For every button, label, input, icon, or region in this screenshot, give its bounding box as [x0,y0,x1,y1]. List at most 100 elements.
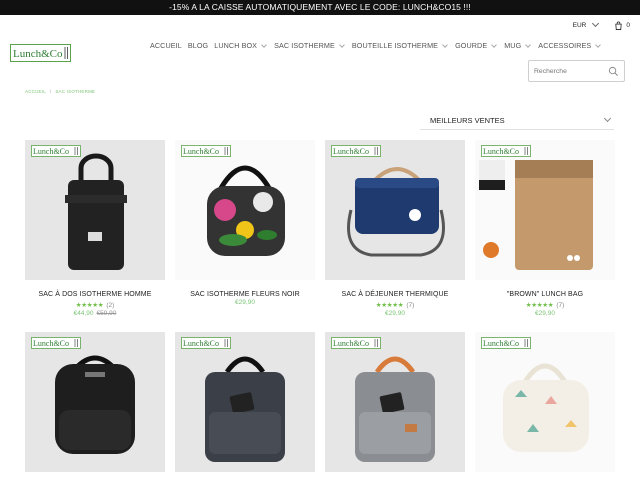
svg-text:Lunch&Co: Lunch&Co [483,147,519,156]
price-current: €29,90 [535,310,555,317]
breadcrumb-home[interactable]: ACCUEIL [25,89,46,94]
review-count: (7) [556,302,565,309]
product-card[interactable]: Lunch&Co [175,332,315,472]
nav-item-sac-isotherme[interactable]: SAC ISOTHERME [274,41,346,50]
brand-badge: Lunch&Co [181,337,231,349]
product-card[interactable]: Lunch&Co "BROWN" LUNCH BAG ★★★★★ (7) €29,90 [475,140,615,317]
nav-item-label: LUNCH BOX [214,41,258,50]
nav-item-gourde[interactable]: GOURDE [455,41,498,50]
logo[interactable]: Lunch&Co [10,44,71,62]
price-old: €59,90 [96,310,117,317]
product-image[interactable]: Lunch&Co [475,332,615,472]
brand-badge: Lunch&Co [331,337,381,349]
product-image[interactable]: Lunch&Co [325,332,465,472]
product-photo [347,167,445,257]
product-photo [503,363,589,452]
currency-selector[interactable]: EUR [572,19,600,29]
breadcrumb-current: SAC ISOTHERME [55,89,96,94]
brand-badge: Lunch&Co [331,145,381,157]
nav-item-label: ACCUEIL [150,41,182,50]
search-field[interactable]: Recherche [528,60,625,82]
rating: ★★★★★ (7) [475,301,615,309]
currency-label: EUR [572,21,587,29]
chevron-down-icon [595,41,602,48]
star-rating-icon: ★★★★★ [75,302,104,309]
star-rating-icon: ★★★★★ [375,302,404,309]
svg-text:Lunch&Co: Lunch&Co [333,147,369,156]
product-photo [65,153,127,270]
svg-text:Lunch&Co: Lunch&Co [13,48,63,60]
bag-icon [615,21,623,30]
product-photo [205,356,285,462]
cart-button[interactable]: 0 [614,21,630,30]
brand-badge: Lunch&Co [481,337,531,349]
product-image[interactable]: Lunch&Co [325,140,465,280]
cart-count: 0 [626,21,630,29]
product-image[interactable]: Lunch&Co [25,140,165,280]
product-name[interactable]: SAC ISOTHERME FLEURS NOIR [175,291,315,298]
product-price: €29,90 [325,310,465,317]
product-card[interactable]: Lunch&Co SAC À DÉJEUNER THERMIQUE ★★★★★ (7… [325,140,465,317]
svg-text:Lunch&Co: Lunch&Co [33,147,69,156]
product-image[interactable]: Lunch&Co [25,332,165,472]
main-nav: ACCUEIL BLOG LUNCH BOX SAC ISOTHERME BOUTEIL… [150,41,608,50]
nav-item-bouteille-isotherme[interactable]: BOUTEILLE ISOTHERME [352,41,449,50]
svg-text:Lunch&Co: Lunch&Co [33,339,69,348]
product-photo [355,356,435,462]
rating: ★★★★★ (7) [325,301,465,309]
svg-text:Lunch&Co: Lunch&Co [183,339,219,348]
nav-item-label: BOUTEILLE ISOTHERME [351,41,439,50]
nav-item-label: GOURDE [455,41,488,50]
product-card[interactable]: Lunch&Co [325,332,465,472]
product-image[interactable]: Lunch&Co [175,140,315,280]
review-count: (7) [406,302,415,309]
nav-item-blog[interactable]: BLOG [188,41,208,50]
utility-bar: EUR 0 [573,19,630,31]
nav-item-mug[interactable]: MUG [504,41,532,50]
product-name[interactable]: "BROWN" LUNCH BAG [475,291,615,298]
price-current: €44,90 [73,310,94,317]
star-rating-icon: ★★★★★ [525,302,554,309]
chevron-down-icon [603,114,612,123]
price-current: €29,90 [385,310,405,317]
product-name[interactable]: SAC À DÉJEUNER THERMIQUE [325,291,465,298]
rating: ★★★★★ (2) [25,301,165,309]
product-card[interactable]: Lunch&Co [475,332,615,472]
chevron-down-icon [339,41,345,48]
sort-select[interactable]: MEILLEURS VENTES [420,112,614,130]
chevron-down-icon [442,41,448,48]
product-price: €29,90 [475,310,615,317]
product-photo [55,355,135,454]
brand-badge: Lunch&Co [31,337,81,349]
review-count: (2) [106,302,115,309]
sort-label: MEILLEURS VENTES [430,116,505,125]
search-icon[interactable] [608,66,619,77]
product-card[interactable]: Lunch&Co SAC ISOTHERME FLEURS NOIR €29,90 [175,140,315,306]
svg-text:Lunch&Co: Lunch&Co [183,147,219,156]
nav-item-accueil[interactable]: ACCUEIL [150,41,182,50]
nav-item-accessoires[interactable]: ACCESSOIRES [538,41,602,50]
price-current: €29,90 [235,299,255,306]
nav-item-label: ACCESSOIRES [538,41,592,50]
product-card[interactable]: Lunch&Co [25,332,165,472]
product-image[interactable]: Lunch&Co [475,140,615,280]
product-name[interactable]: SAC À DOS ISOTHERME HOMME [25,291,165,298]
brand-badge: Lunch&Co [31,145,81,157]
product-photo [479,160,593,270]
breadcrumb-separator: / [49,89,52,94]
svg-text:Lunch&Co: Lunch&Co [483,339,519,348]
product-card[interactable]: Lunch&Co SAC À DOS ISOTHERME HOMME ★★★★★(… [25,140,165,317]
chevron-down-icon [491,41,498,48]
breadcrumb: ACCUEIL / SAC ISOTHERME [25,89,95,94]
nav-item-lunch-box[interactable]: LUNCH BOX [214,41,268,50]
product-photo [207,165,285,256]
product-image[interactable]: Lunch&Co [175,332,315,472]
chevron-down-icon [525,41,532,48]
svg-text:Lunch&Co: Lunch&Co [333,339,369,348]
chevron-down-icon [261,41,267,48]
promo-bar: -15% A LA CAISSE AUTOMATIQUEMENT AVEC LE… [0,0,640,15]
nav-item-label: SAC ISOTHERME [274,41,335,50]
brand-badge: Lunch&Co [481,145,531,157]
search-input[interactable]: Recherche [534,68,567,75]
brand-badge: Lunch&Co [181,145,231,157]
